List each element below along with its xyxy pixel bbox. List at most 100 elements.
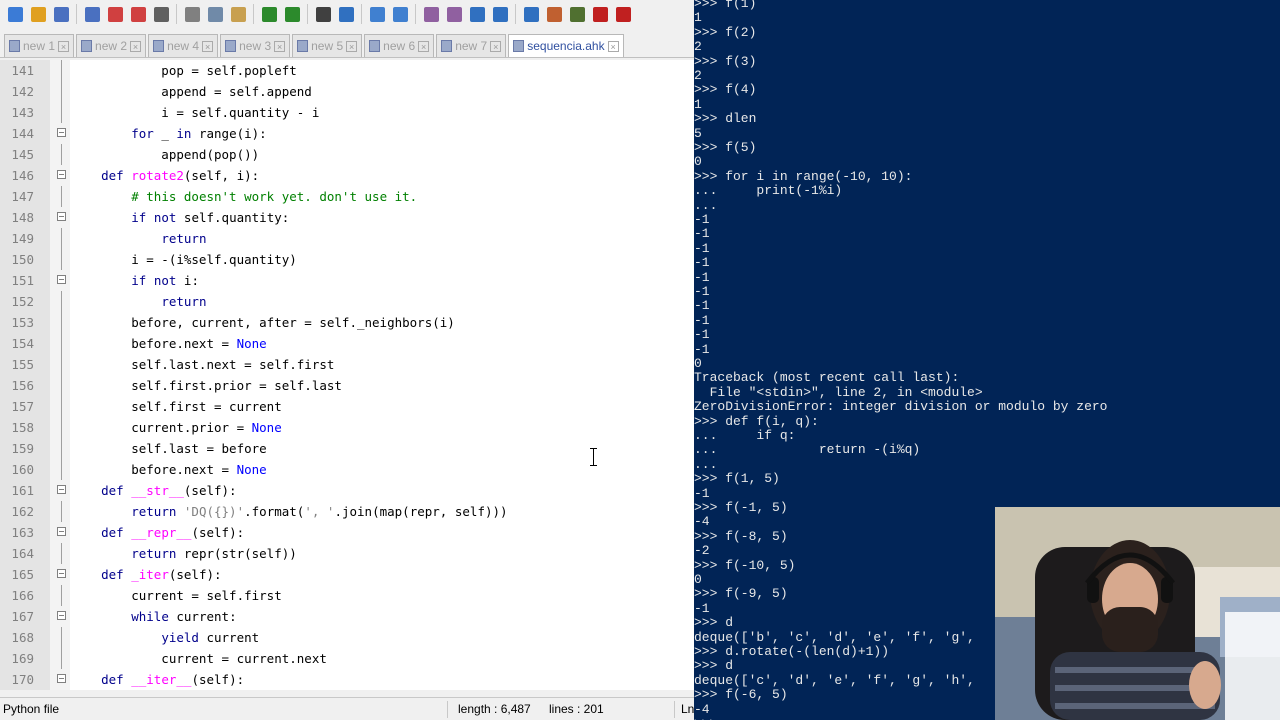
terminal-output-line: -1 bbox=[694, 212, 710, 227]
fold-toggle-icon[interactable] bbox=[57, 128, 66, 137]
function-list-icon[interactable] bbox=[566, 3, 588, 25]
code-area[interactable]: 141 pop = self.popleft 142 append = self.… bbox=[0, 60, 694, 690]
tab-close-icon[interactable]: × bbox=[274, 40, 286, 52]
terminal-output-line: deque(['b', 'c', 'd', 'e', 'f', 'g', bbox=[694, 629, 975, 645]
tab-close-icon[interactable]: × bbox=[607, 40, 619, 52]
status-bar: Python file length : 6,487 lines : 201 L… bbox=[0, 697, 694, 720]
zoom-out-icon[interactable] bbox=[389, 3, 411, 25]
line-number: 167 bbox=[11, 609, 34, 624]
tab-new-1[interactable]: new 1 × bbox=[4, 34, 75, 57]
code-line[interactable]: 147 # this doesn't work yet. don't use i… bbox=[0, 186, 694, 207]
line-number: 142 bbox=[11, 84, 34, 99]
save-icon[interactable] bbox=[50, 3, 72, 25]
close-icon[interactable] bbox=[104, 3, 126, 25]
code-line[interactable]: 149 return bbox=[0, 228, 694, 249]
paste-icon-glyph bbox=[230, 6, 246, 22]
tab-close-icon[interactable]: × bbox=[418, 40, 430, 52]
new-file-icon[interactable] bbox=[4, 3, 26, 25]
tab-close-icon[interactable]: × bbox=[490, 40, 502, 52]
fold-guide bbox=[61, 648, 62, 669]
code-line[interactable]: 161 def __str__(self): bbox=[0, 480, 694, 501]
fold-toggle-icon[interactable] bbox=[57, 275, 66, 284]
close-all-icon[interactable] bbox=[127, 3, 149, 25]
tab-new-5[interactable]: new 5 × bbox=[292, 34, 363, 57]
code-line[interactable]: 168 yield current bbox=[0, 627, 694, 648]
terminal-prompt-line: >>> f(-1, 5) bbox=[694, 500, 788, 515]
code-line[interactable]: 162 return 'DQ({})'.format(', '.join(map… bbox=[0, 501, 694, 522]
code-line[interactable]: 151 if not i: bbox=[0, 270, 694, 291]
sync-vertical-icon[interactable] bbox=[420, 3, 442, 25]
fold-toggle-icon[interactable] bbox=[57, 611, 66, 620]
tab-close-icon[interactable]: × bbox=[58, 40, 70, 52]
code-line[interactable]: 141 pop = self.popleft bbox=[0, 60, 694, 81]
code-line[interactable]: 144 for _ in range(i): bbox=[0, 123, 694, 144]
paste-icon[interactable] bbox=[227, 3, 249, 25]
cut-icon[interactable] bbox=[181, 3, 203, 25]
tab-close-icon[interactable]: × bbox=[202, 40, 214, 52]
tab-new-6[interactable]: new 6 × bbox=[364, 34, 435, 57]
code-line[interactable]: 152 return bbox=[0, 291, 694, 312]
code-line[interactable]: 170 def __iter__(self): bbox=[0, 669, 694, 690]
file-icon bbox=[225, 40, 237, 52]
code-line[interactable]: 148 if not self.quantity: bbox=[0, 207, 694, 228]
fold-guide bbox=[61, 228, 62, 249]
code-text: # this doesn't work yet. don't use it. bbox=[131, 189, 418, 204]
code-line[interactable]: 165 def _iter(self): bbox=[0, 564, 694, 585]
code-line[interactable]: 167 while current: bbox=[0, 606, 694, 627]
fold-toggle-icon[interactable] bbox=[57, 485, 66, 494]
zoom-in-icon[interactable] bbox=[366, 3, 388, 25]
indent-guide-icon[interactable] bbox=[520, 3, 542, 25]
close-panel-icon[interactable] bbox=[612, 3, 634, 25]
fold-toggle-icon[interactable] bbox=[57, 674, 66, 683]
code-line[interactable]: 169 current = current.next bbox=[0, 648, 694, 669]
code-line[interactable]: 166 current = self.first bbox=[0, 585, 694, 606]
line-number: 148 bbox=[11, 210, 34, 225]
code-line[interactable]: 145 append(pop()) bbox=[0, 144, 694, 165]
code-line[interactable]: 146 def rotate2(self, i): bbox=[0, 165, 694, 186]
fold-toggle-icon[interactable] bbox=[57, 569, 66, 578]
tab-close-icon[interactable]: × bbox=[130, 40, 142, 52]
sync-horizontal-icon[interactable] bbox=[443, 3, 465, 25]
code-text: def __str__(self): bbox=[101, 483, 237, 498]
save-all-icon[interactable] bbox=[81, 3, 103, 25]
code-line[interactable]: 157 self.first = current bbox=[0, 396, 694, 417]
macro-record-icon[interactable] bbox=[589, 3, 611, 25]
undo-icon[interactable] bbox=[258, 3, 280, 25]
terminal-output-line: 0 bbox=[694, 572, 702, 587]
tab-new-4[interactable]: new 4 × bbox=[148, 34, 219, 57]
code-line[interactable]: 143 i = self.quantity - i bbox=[0, 102, 694, 123]
code-line[interactable]: 153 before, current, after = self._neigh… bbox=[0, 312, 694, 333]
replace-icon-glyph bbox=[338, 6, 354, 22]
word-wrap-icon[interactable] bbox=[466, 3, 488, 25]
code-line[interactable]: 163 def __repr__(self): bbox=[0, 522, 694, 543]
code-line[interactable]: 142 append = self.append bbox=[0, 81, 694, 102]
tab-close-icon[interactable]: × bbox=[346, 40, 358, 52]
doc-map-icon[interactable] bbox=[543, 3, 565, 25]
toolbar-separator bbox=[515, 4, 516, 24]
tab-sequencia-ahk[interactable]: sequencia.ahk × bbox=[508, 34, 624, 57]
tab-new-7[interactable]: new 7 × bbox=[436, 34, 507, 57]
print-icon[interactable] bbox=[150, 3, 172, 25]
fold-guide bbox=[61, 375, 62, 396]
code-line[interactable]: 154 before.next = None bbox=[0, 333, 694, 354]
show-all-chars-icon[interactable] bbox=[489, 3, 511, 25]
redo-icon[interactable] bbox=[281, 3, 303, 25]
fold-toggle-icon[interactable] bbox=[57, 527, 66, 536]
code-line[interactable]: 158 current.prior = None bbox=[0, 417, 694, 438]
code-line[interactable]: 155 self.last.next = self.first bbox=[0, 354, 694, 375]
line-number: 145 bbox=[11, 147, 34, 162]
fold-toggle-icon[interactable] bbox=[57, 212, 66, 221]
print-icon-glyph bbox=[153, 6, 169, 22]
tab-new-3[interactable]: new 3 × bbox=[220, 34, 291, 57]
open-file-icon[interactable] bbox=[27, 3, 49, 25]
fold-toggle-icon[interactable] bbox=[57, 170, 66, 179]
copy-icon[interactable] bbox=[204, 3, 226, 25]
code-line[interactable]: 150 i = -(i%self.quantity) bbox=[0, 249, 694, 270]
code-line[interactable]: 156 self.first.prior = self.last bbox=[0, 375, 694, 396]
find-icon[interactable] bbox=[312, 3, 334, 25]
terminal-output-line: -1 bbox=[694, 312, 710, 328]
status-length: length : 6,487 bbox=[458, 702, 531, 716]
replace-icon[interactable] bbox=[335, 3, 357, 25]
tab-new-2[interactable]: new 2 × bbox=[76, 34, 147, 57]
code-line[interactable]: 164 return repr(str(self)) bbox=[0, 543, 694, 564]
